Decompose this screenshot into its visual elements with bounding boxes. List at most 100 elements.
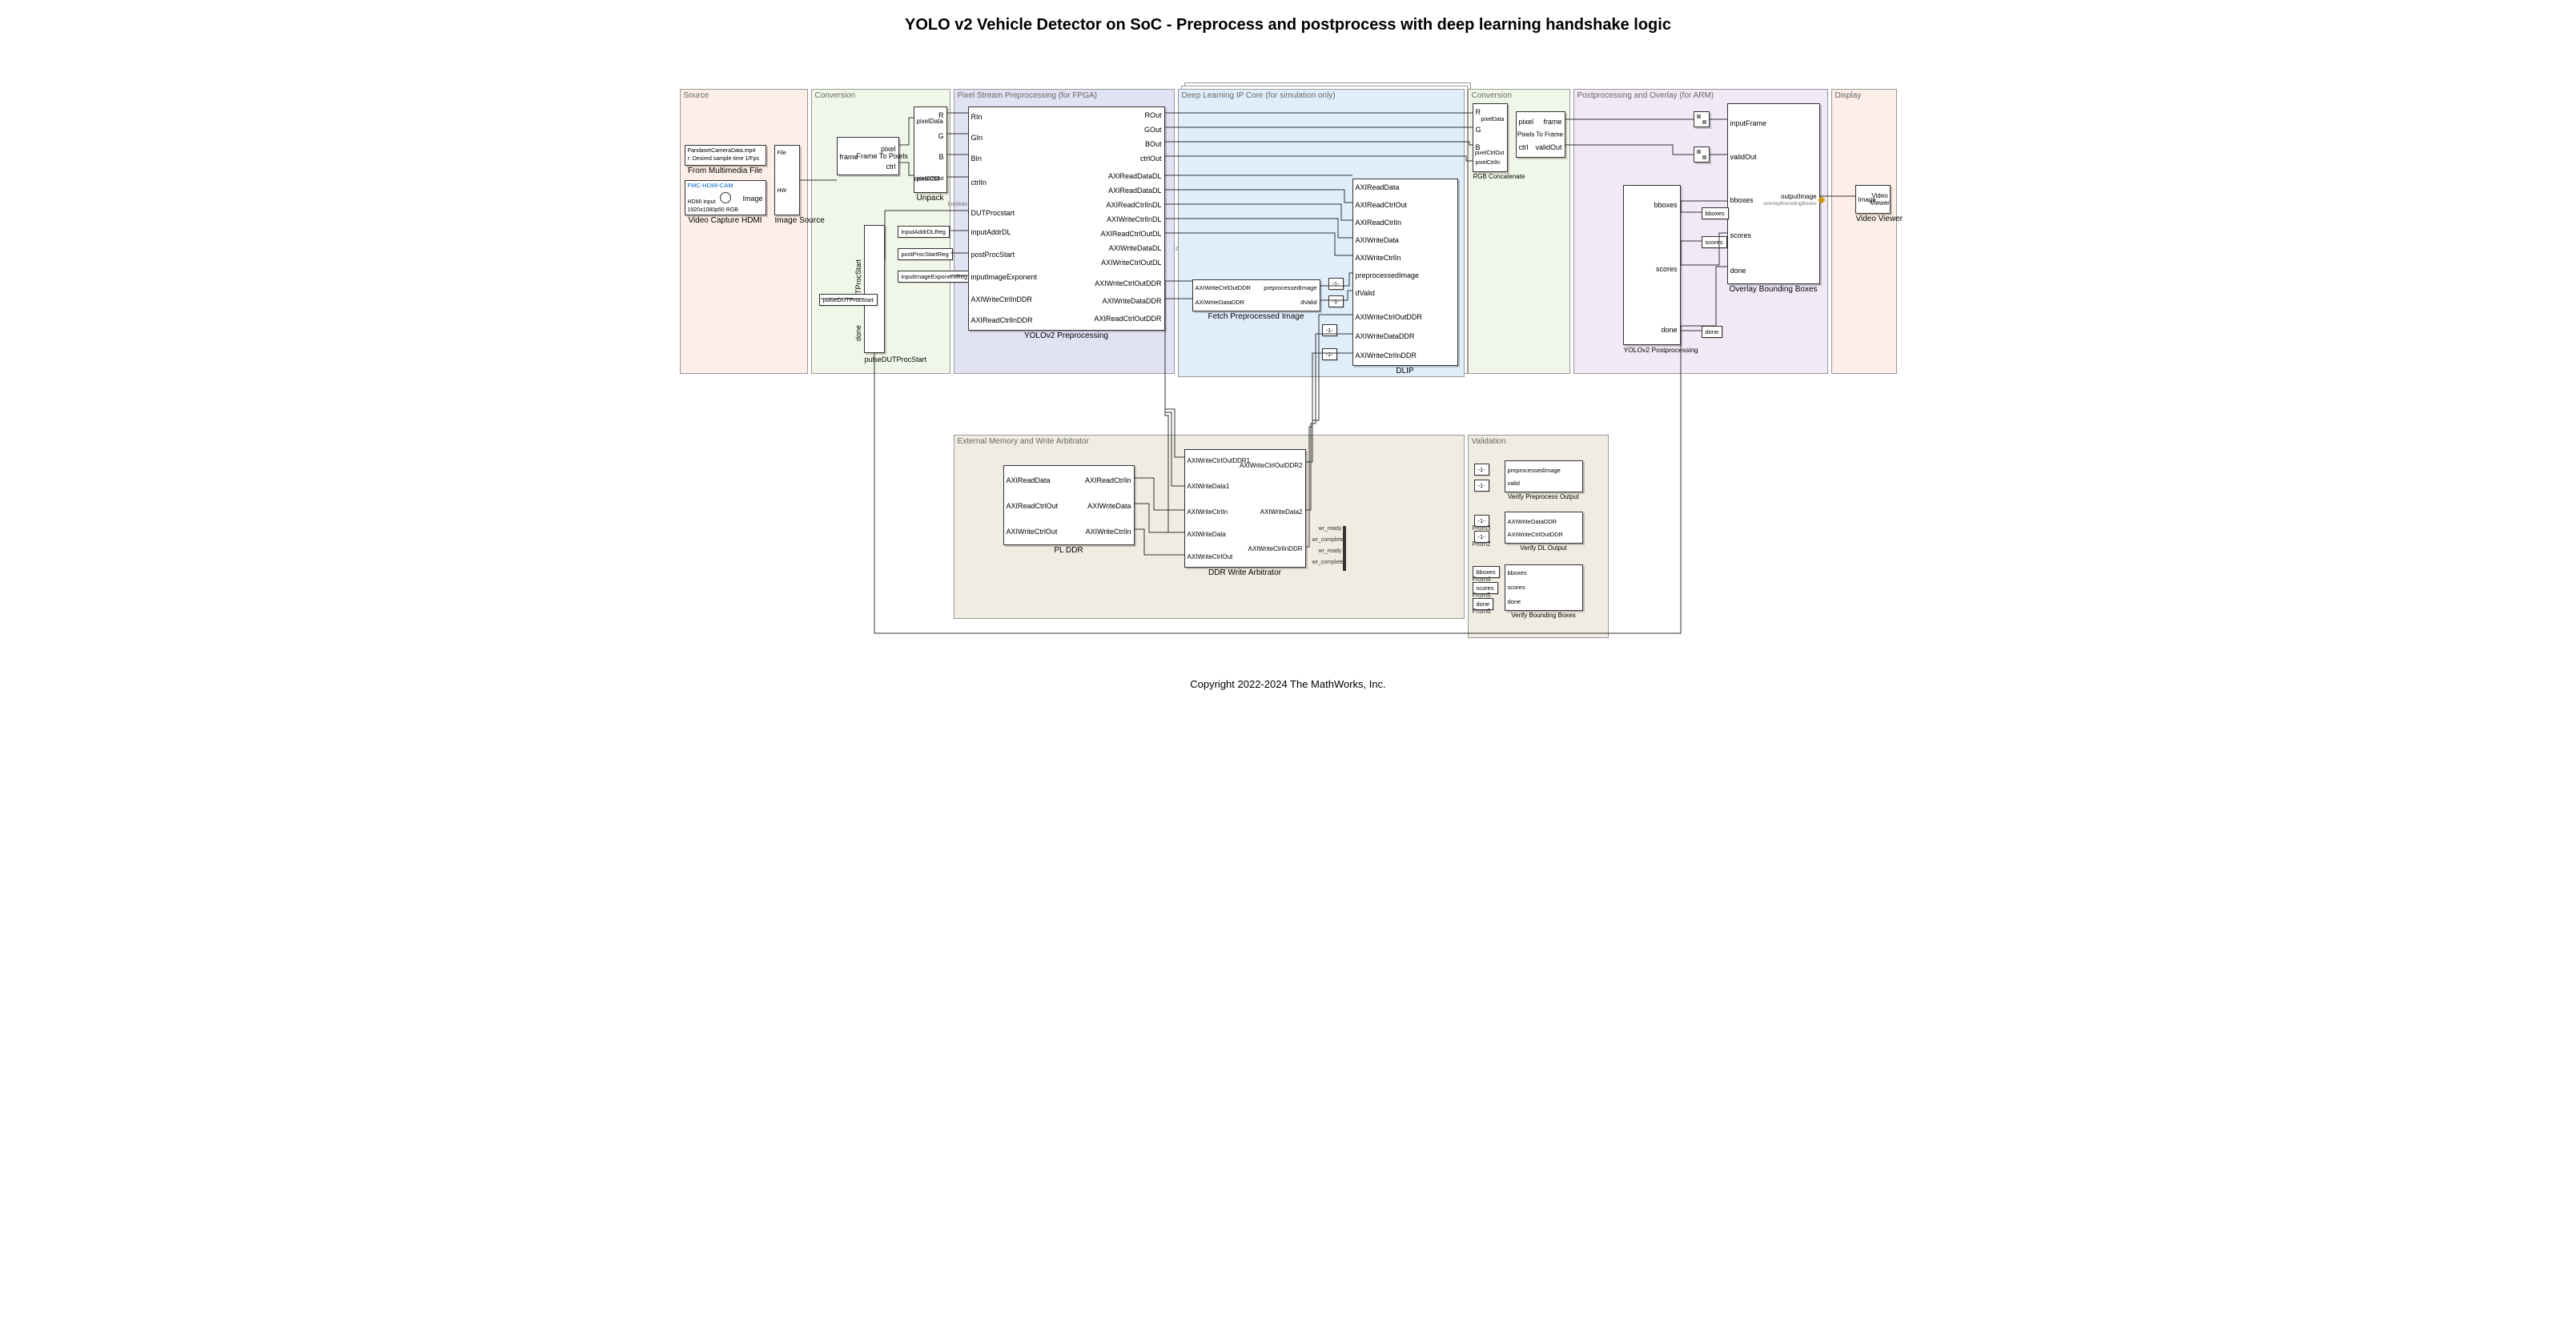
block-unpack[interactable]: pixelData pixelCtrl R G B pixelCtrlOut U…	[914, 106, 947, 193]
area-display-label: Display	[1835, 91, 1862, 100]
block-overlay-bboxes[interactable]: inputFrame validOut bboxes scores done o…	[1727, 103, 1820, 284]
block-yolov2-preprocessing[interactable]: YOLOv2 Preprocessing RIn GIn BIn ctrlIn …	[968, 106, 1165, 331]
arb-r0: AXIWriteCtrlOutDDR2	[1240, 463, 1303, 469]
goto-fetch-2[interactable]: -1-	[1328, 295, 1344, 307]
post-o1: scores	[1656, 266, 1678, 273]
from-vpre-2[interactable]: -1-	[1474, 480, 1489, 492]
diagram-canvas[interactable]: Source Conversion Pixel Stream Preproces…	[672, 41, 1905, 673]
pp-o4: AXIReadDataDL	[1108, 173, 1162, 180]
dlip-i8: AXIWriteDataDDR	[1356, 333, 1415, 340]
block-verify-bboxes[interactable]: bboxes scores done Verify Bounding Boxes	[1505, 564, 1583, 611]
vdl-i1: AXIWriteCtrlOutDDR	[1508, 532, 1563, 538]
tag-inputimgexp[interactable]: inputImageExponentReg	[898, 271, 972, 283]
pp-o6: AXIReadCtrlInDL	[1106, 202, 1161, 209]
ovl-i0: bboxes	[1730, 197, 1754, 204]
rc1-glyph-b	[1702, 120, 1706, 124]
vdl-name: Verify DL Output	[1505, 544, 1582, 552]
goto-fetch-1[interactable]: -1-	[1328, 278, 1344, 290]
rgbcat-o1: pixelCtrlOut	[1475, 151, 1505, 156]
from-vpre-1[interactable]: -1-	[1474, 464, 1489, 476]
rgbcat-name: RGB Concatenate	[1473, 173, 1507, 180]
pp-i8: AXIWriteCtrlInDDR	[971, 296, 1032, 303]
ovl-inframe: inputFrame	[1730, 120, 1767, 127]
dlip-i7: AXIWriteCtrlOutDDR	[1356, 314, 1422, 321]
vpre-i0: preprocessedImage	[1508, 468, 1561, 474]
unpack-o4: pixelCtrlOut	[914, 176, 944, 182]
block-verify-dl[interactable]: AXIWriteDataDDR AXIWriteCtrlOutDDR Verif…	[1505, 512, 1583, 544]
fetch-o2: dValid	[1300, 299, 1316, 306]
block-rgb-concat[interactable]: R G B pixelCtrlIn pixelData pixelCtrlOut…	[1473, 103, 1508, 172]
dlip-i1: AXIReadCtrlOut	[1356, 202, 1408, 209]
preproc-name: YOLOv2 Preprocessing	[969, 331, 1164, 340]
vbb-i2: done	[1508, 599, 1521, 605]
from2-lbl: From2	[1473, 540, 1491, 548]
pp-i4: DUTProcstart	[971, 210, 1015, 217]
block-hdmi[interactable]: FMC-HDMI-CAM HDMI input 1920x1080p50 RGB…	[685, 180, 766, 215]
dlip-name: DLIP	[1353, 367, 1457, 375]
pp-o2: BOut	[1145, 141, 1162, 148]
pp-i6: postProcStart	[971, 251, 1015, 259]
tag-postprocstart[interactable]: postProcStartReg	[898, 248, 953, 260]
arb-l4: AXIWriteCtrlOut	[1188, 554, 1233, 560]
block-pl-ddr[interactable]: AXIReadData AXIReadCtrlOut AXIWriteCtrlO…	[1003, 465, 1135, 545]
ovl-valid: validOut	[1730, 154, 1757, 161]
rgbcat-i3: pixelCtrlIn	[1476, 160, 1501, 166]
block-yolov2-postprocessing[interactable]: bboxes scores done YOLOv2 Postprocessing	[1623, 185, 1681, 345]
dlip-i0: AXIReadData	[1356, 184, 1400, 191]
term-l1: wr_complete	[1312, 537, 1344, 543]
goto-dlip-2[interactable]: -1-	[1322, 348, 1337, 360]
area-conv2-label: Conversion	[1472, 91, 1513, 100]
block-verify-preprocess[interactable]: preprocessedImage valid Verify Preproces…	[1505, 460, 1583, 492]
block-rateconv-1[interactable]	[1694, 111, 1710, 127]
from4-lbl: From4	[1473, 576, 1491, 583]
block-frame-to-pixels[interactable]: frame pixel ctrl Frame To Pixels	[837, 137, 899, 175]
block-multimedia-file[interactable]: PandasetCameraData.mp4 r: Desired sample…	[685, 145, 766, 166]
pp-i5: inputAddrDL	[971, 229, 1011, 236]
block-fetch-preprocessed[interactable]: AXIWriteCtrlOutDDR AXIWriteDataDDR prepr…	[1192, 279, 1320, 311]
plddr-l0: AXIReadData	[1007, 477, 1051, 484]
block-rateconv-2[interactable]	[1694, 147, 1710, 163]
term-l3: wr_complete	[1312, 560, 1344, 565]
pp-sidenote2: 2	[1175, 247, 1179, 252]
block-image-source-switch[interactable]: File HW Image Source	[774, 145, 800, 215]
pp-o7: AXIWriteCtrlInDL	[1107, 216, 1161, 223]
block-pulse-dutprocstart[interactable]: DUTProcStart done pulseDUTProcStart	[864, 225, 885, 353]
tag-inputaddrdl[interactable]: inputAddrDLReg	[898, 226, 950, 238]
dlip-i5: preprocessedImage	[1356, 272, 1420, 279]
dlip-i4: AXIWriteCtrlIn	[1356, 255, 1401, 262]
fetch-o1: preprocessedImage	[1264, 285, 1316, 291]
tag-post-scores[interactable]: scores	[1702, 236, 1727, 248]
plddr-name: PL DDR	[1004, 546, 1134, 555]
pp-i0: RIn	[971, 114, 983, 121]
tag-post-bboxes[interactable]: bboxes	[1702, 207, 1729, 219]
pp-o1: GOut	[1144, 126, 1162, 134]
area-conv1-label: Conversion	[815, 91, 856, 100]
block-ddr-arbitrator[interactable]: AXIWriteCtrlOutDDR1 AXIWriteData1 AXIWri…	[1184, 449, 1306, 568]
block-dlip[interactable]: DLIP AXIReadData AXIReadCtrlOut AXIReadC…	[1352, 179, 1458, 366]
mmfile-name: From Multimedia File	[685, 167, 766, 175]
hdmi-name: Video Capture HDMI	[685, 216, 766, 225]
pp-i2: BIn	[971, 155, 983, 163]
diagram-title: YOLO v2 Vehicle Detector on SoC - Prepro…	[0, 0, 2576, 41]
viewer-name: Video Viewer	[1856, 215, 1890, 223]
block-video-viewer[interactable]: Image Video Viewer Video Viewer	[1855, 185, 1891, 214]
arb-l2: AXIWriteCtrlIn	[1188, 509, 1228, 516]
dlip-i3: AXIWriteData	[1356, 237, 1399, 244]
plddr-r1: AXIWriteData	[1087, 503, 1131, 510]
area-post-label: Postprocessing and Overlay (for ARM)	[1577, 91, 1714, 100]
area-display: Display	[1831, 89, 1897, 374]
pp-o8: AXIReadCtrlOutDL	[1100, 231, 1161, 238]
rgbcat-i0: R	[1476, 109, 1481, 116]
pp-sidenote: boolean	[948, 202, 968, 207]
unpack-o3: B	[938, 154, 943, 161]
from3-lbl: From3	[1473, 524, 1491, 532]
tag-pulsedutproc[interactable]: pulseDUTProcstart	[819, 294, 878, 306]
goto-dlip-1[interactable]: -1-	[1322, 324, 1337, 336]
unpack-name: Unpack	[914, 194, 946, 203]
block-pixels-to-frame[interactable]: pixel ctrl frame validOut Pixels To Fram…	[1516, 111, 1565, 158]
switch-p-hw: HW	[778, 188, 787, 194]
tag-post-done[interactable]: done	[1702, 326, 1723, 338]
fetch-name: Fetch Preprocessed Image	[1193, 312, 1320, 321]
dlip-i6: dValid	[1356, 290, 1375, 297]
hdmi-l1: HDMI input	[688, 199, 716, 205]
